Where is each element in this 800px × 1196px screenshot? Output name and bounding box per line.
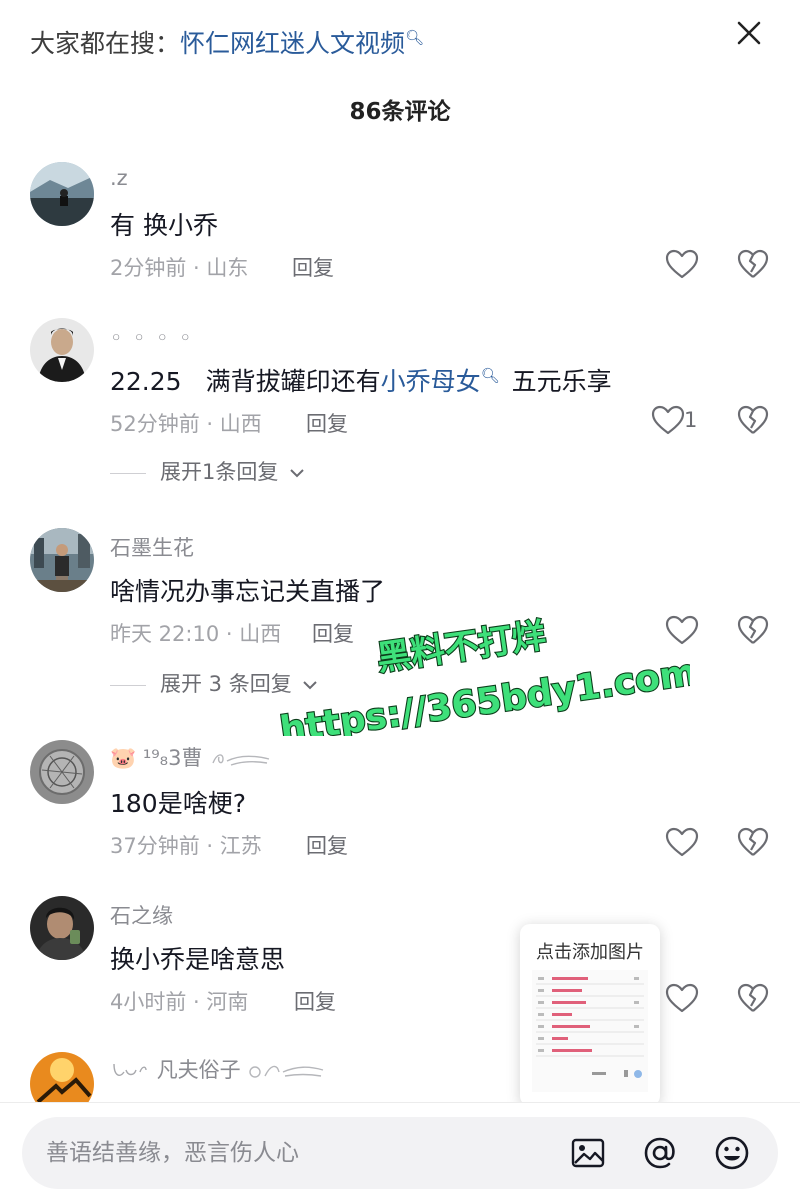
expand-replies-label: 展开 3 条回复 [160, 672, 292, 696]
heart-icon[interactable] [664, 248, 700, 280]
at-icon[interactable] [642, 1135, 678, 1171]
reply-button[interactable]: 回复 [312, 618, 354, 648]
add-image-popup[interactable]: 点击添加图片 [520, 924, 660, 1106]
divider [110, 684, 146, 686]
comment-count: 86条评论 [349, 99, 451, 125]
reply-button[interactable]: 回复 [294, 986, 336, 1016]
watermark-line1: 黑料不打烊 [375, 616, 549, 679]
divider [110, 472, 146, 474]
comment-time-location: 4小时前 · 河南 [110, 990, 249, 1014]
avatar[interactable] [30, 318, 94, 382]
flourish-icon [113, 1063, 147, 1076]
chevron-down-icon [303, 681, 318, 690]
username-text: ¹⁹₈3曹 [142, 746, 203, 770]
flourish-icon [249, 1065, 324, 1078]
broken-heart-icon[interactable] [736, 248, 770, 280]
comment-text-part: 满背拔罐印还有 [205, 367, 381, 396]
heart-icon[interactable] [664, 614, 700, 646]
flourish-icon [212, 754, 270, 766]
reply-button[interactable]: 回复 [292, 252, 334, 282]
comment-text: 换小乔是啥意思 [110, 945, 286, 974]
username-emoji: 🐷 [110, 746, 137, 770]
comment-text-part: 22.25 [110, 367, 182, 396]
avatar[interactable] [30, 896, 94, 960]
heart-icon[interactable] [650, 404, 686, 436]
close-icon[interactable] [732, 16, 766, 50]
broken-heart-icon[interactable] [736, 982, 770, 1014]
avatar[interactable] [30, 162, 94, 226]
comment-text: 有 换小乔 [110, 211, 218, 240]
emoji-icon[interactable] [714, 1135, 750, 1171]
add-image-popup-title: 点击添加图片 [536, 942, 644, 963]
watermark-line2: https://365bdy1.com [278, 652, 690, 736]
expand-replies-button[interactable]: 展开 3 条回复 [110, 668, 318, 698]
comment-text-part: 五元乐享 [511, 367, 612, 396]
comment-time-location: 2分钟前 · 山东 [110, 256, 249, 280]
trending-search[interactable]: 大家都在搜：怀仁网红迷人文视频🔍︎ [30, 24, 424, 60]
like-count: 1 [684, 408, 698, 432]
comment-input-container[interactable] [22, 1117, 778, 1189]
comment-username[interactable]: 石墨生花 [110, 532, 194, 562]
avatar[interactable] [30, 740, 94, 804]
top-bar: 大家都在搜：怀仁网红迷人文视频🔍︎ [0, 0, 800, 80]
reply-button[interactable]: 回复 [306, 408, 348, 438]
broken-heart-icon[interactable] [736, 404, 770, 436]
expand-replies-button[interactable]: 展开1条回复 [110, 456, 305, 486]
chevron-down-icon [290, 469, 304, 478]
username-text: 凡夫俗子 [156, 1058, 241, 1082]
trending-search-term[interactable]: 怀仁网红迷人文视频 [180, 29, 405, 58]
comment-text: 啥情况办事忘记关直播了 [110, 577, 386, 606]
heart-icon[interactable] [664, 982, 700, 1014]
comment-username[interactable]: 石之缘 [110, 900, 173, 930]
comment-search-link[interactable]: 小乔母女 [381, 367, 481, 396]
search-icon: 🔍︎ [480, 366, 500, 385]
heart-icon[interactable] [664, 826, 700, 858]
trending-search-label: 大家都在搜： [30, 29, 181, 58]
comment-time-location: 37分钟前 · 江苏 [110, 834, 262, 858]
comment-username[interactable]: 🐷 ¹⁹₈3曹 [110, 742, 273, 772]
reply-button[interactable]: 回复 [306, 830, 348, 860]
comment-text: 180是啥梗? [110, 789, 246, 818]
comment-time-location: 昨天 22:10 · 山西 [110, 622, 282, 646]
comment-username[interactable]: .z [110, 166, 128, 190]
search-icon: 🔍︎ [405, 28, 425, 47]
image-icon[interactable] [570, 1135, 606, 1171]
comment-text: 22.25 满背拔罐印还有小乔母女🔍︎ 五元乐享 [110, 362, 612, 398]
comment-username[interactable]: ◦ ◦ ◦ ◦ [110, 326, 194, 350]
screenshot-thumbnail[interactable] [532, 970, 648, 1092]
avatar[interactable] [30, 528, 94, 592]
comment-username[interactable]: 凡夫俗子 [110, 1054, 327, 1084]
comment-input[interactable] [46, 1117, 546, 1189]
expand-replies-label: 展开1条回复 [160, 460, 279, 484]
broken-heart-icon[interactable] [736, 826, 770, 858]
comment-input-bar [0, 1102, 800, 1196]
broken-heart-icon[interactable] [736, 614, 770, 646]
comment-time-location: 52分钟前 · 山西 [110, 412, 262, 436]
